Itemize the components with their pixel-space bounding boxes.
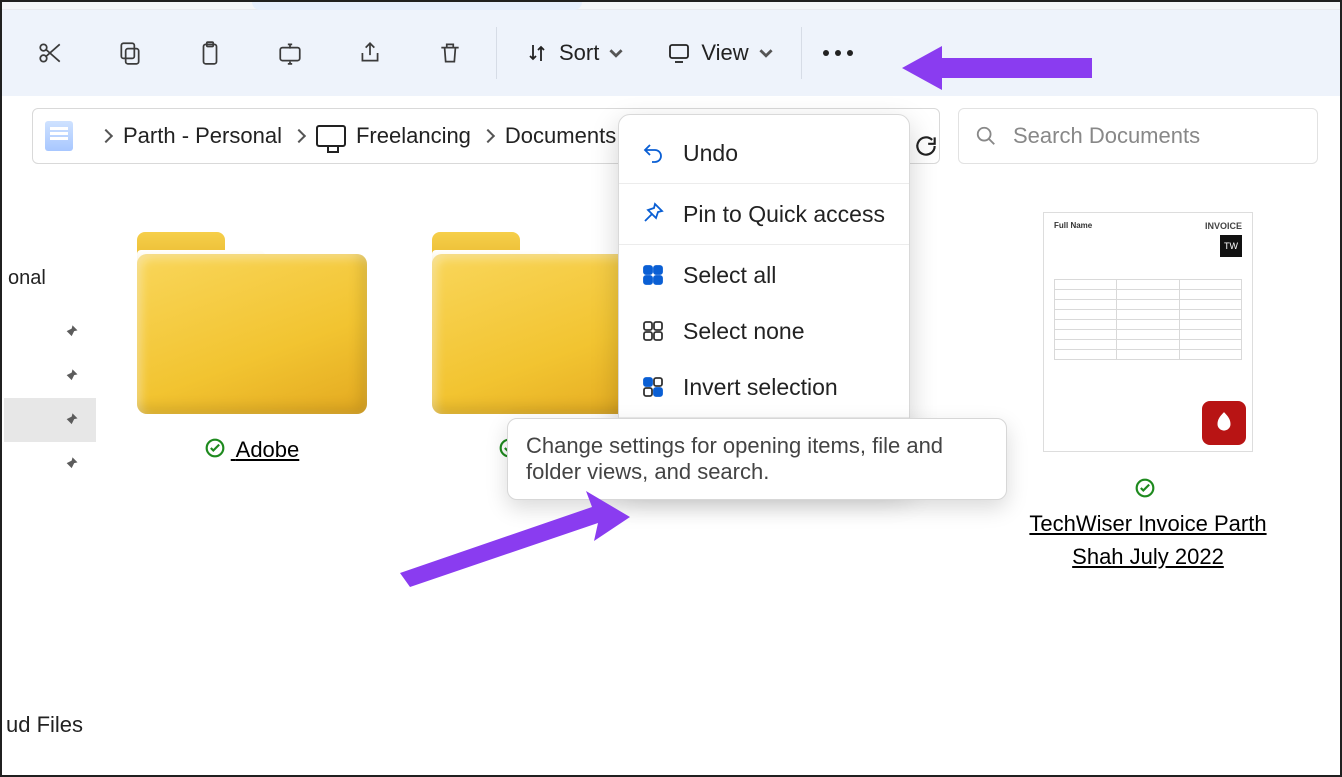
share-icon: [357, 40, 383, 66]
menu-label: Undo: [683, 140, 738, 167]
copy-icon: [117, 40, 143, 66]
sidebar-pinned-item[interactable]: [4, 442, 96, 486]
annotation-arrow-to-options: [380, 487, 630, 592]
folder-icon: [137, 232, 367, 417]
view-label: View: [701, 40, 748, 66]
menu-label: Invert selection: [683, 374, 838, 401]
folder-item-adobe[interactable]: Adobe: [117, 232, 387, 464]
item-label-line2[interactable]: Shah July 2022: [1072, 544, 1224, 569]
menu-separator: [619, 244, 909, 245]
sidebar-item-label-fragment[interactable]: ud Files: [6, 712, 83, 738]
toolbar-separator: [801, 27, 802, 79]
menu-label: Pin to Quick access: [683, 201, 885, 228]
menu-undo[interactable]: Undo: [619, 125, 909, 181]
see-more-button[interactable]: [808, 25, 868, 81]
delete-button[interactable]: [420, 25, 480, 81]
sidebar-pinned-item-active[interactable]: [4, 398, 96, 442]
pin-icon: [60, 322, 80, 342]
navigation-pane: onal: [4, 267, 96, 486]
pin-icon: [60, 410, 80, 430]
pdf-badge-icon: [1202, 401, 1246, 445]
pin-icon: [60, 366, 80, 386]
refresh-icon: [913, 133, 939, 159]
drive-icon: [316, 125, 346, 147]
copy-button[interactable]: [100, 25, 160, 81]
item-label-line1[interactable]: TechWiser Invoice Parth: [1029, 511, 1266, 536]
file-explorer-window: Sort View Parth - Personal Freelancing D…: [0, 0, 1342, 777]
cut-button[interactable]: [20, 25, 80, 81]
clipboard-icon: [197, 40, 223, 66]
sidebar-pinned-item[interactable]: [4, 310, 96, 354]
share-button[interactable]: [340, 25, 400, 81]
toolbar-separator: [496, 27, 497, 79]
chevron-down-icon: [759, 46, 773, 60]
pin-icon: [641, 202, 665, 226]
search-input[interactable]: [1013, 123, 1301, 149]
refresh-button[interactable]: [910, 130, 942, 162]
menu-label: Select none: [683, 318, 804, 345]
chevron-right-icon: [481, 129, 495, 143]
paste-button[interactable]: [180, 25, 240, 81]
location-type-icon: [45, 121, 73, 151]
sidebar-pinned-item[interactable]: [4, 354, 96, 398]
chevron-down-icon: [609, 46, 623, 60]
search-icon: [975, 125, 997, 147]
chevron-right-icon: [292, 129, 306, 143]
undo-icon: [641, 141, 665, 165]
file-item-invoice-pdf[interactable]: Full Name INVOICE TW TechWiser Invoice P…: [1025, 212, 1271, 573]
tooltip-text: Change settings for opening items, file …: [526, 433, 943, 484]
pin-icon: [60, 454, 80, 474]
item-caption: Adobe: [117, 437, 387, 464]
document-thumbnail: Full Name INVOICE TW: [1043, 212, 1253, 452]
rename-button[interactable]: [260, 25, 320, 81]
search-box[interactable]: [958, 108, 1318, 164]
menu-pin-quick-access[interactable]: Pin to Quick access: [619, 186, 909, 242]
titlebar-region: [2, 2, 1340, 10]
menu-select-all[interactable]: Select all: [619, 247, 909, 303]
view-dropdown[interactable]: View: [649, 25, 790, 81]
sort-dropdown[interactable]: Sort: [507, 25, 641, 81]
annotation-arrow-to-more: [902, 38, 1102, 103]
ellipsis-icon: [823, 50, 829, 56]
item-caption: TechWiser Invoice Parth Shah July 2022: [1025, 472, 1271, 573]
sync-check-icon: [205, 438, 225, 464]
menu-separator: [619, 183, 909, 184]
breadcrumb-mid[interactable]: Freelancing: [356, 123, 471, 149]
scissors-icon: [37, 40, 63, 66]
select-all-icon: [641, 263, 665, 287]
item-label[interactable]: Adobe: [236, 437, 300, 462]
active-tab-accent: [252, 2, 582, 10]
view-icon: [667, 41, 691, 65]
trash-icon: [437, 40, 463, 66]
rename-icon: [277, 40, 303, 66]
invert-selection-icon: [641, 375, 665, 399]
menu-select-none[interactable]: Select none: [619, 303, 909, 359]
sort-label: Sort: [559, 40, 599, 66]
breadcrumb-leaf[interactable]: Documents: [505, 123, 616, 149]
chevron-right-icon: [99, 129, 113, 143]
sort-icon: [525, 41, 549, 65]
sync-check-icon: [1135, 474, 1155, 507]
sidebar-item-label-fragment[interactable]: onal: [4, 267, 96, 290]
menu-label: Select all: [683, 262, 776, 289]
breadcrumb-root[interactable]: Parth - Personal: [123, 123, 282, 149]
select-none-icon: [641, 319, 665, 343]
menu-invert-selection[interactable]: Invert selection: [619, 359, 909, 415]
toolbar: Sort View: [2, 10, 1340, 96]
